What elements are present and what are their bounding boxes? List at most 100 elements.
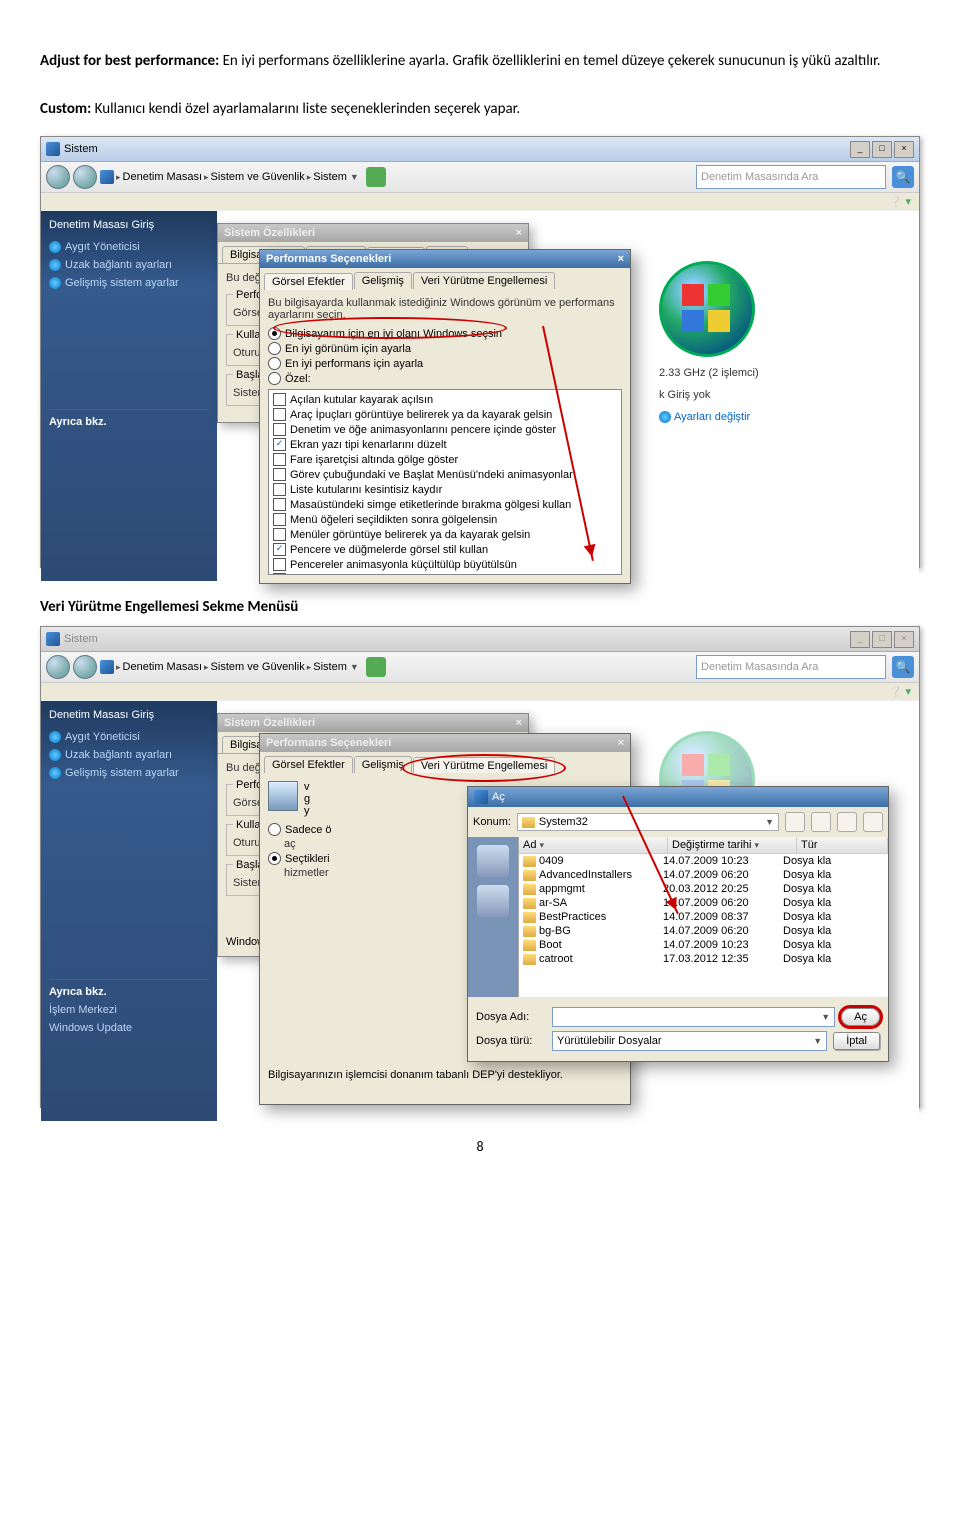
folder-icon bbox=[523, 954, 536, 965]
check-row[interactable]: Pencereler animasyonla küçültülüp büyütü… bbox=[271, 557, 619, 572]
check-row[interactable]: Menüler görüntüye belirerek ya da kayara… bbox=[271, 527, 619, 542]
views-icon[interactable] bbox=[863, 812, 883, 832]
folder-icon bbox=[523, 884, 536, 895]
radio-let-windows[interactable]: Bilgisayarım için en iyi olanı Windows s… bbox=[268, 327, 622, 340]
window-titlebar[interactable]: Sistem _ □ × bbox=[41, 627, 919, 652]
perf-titlebar[interactable]: Performans Seçenekleri × bbox=[260, 250, 630, 268]
dialog-titlebar[interactable]: Sistem Özellikleri × bbox=[218, 224, 528, 242]
tab-perf-advanced[interactable]: Gelişmiş bbox=[354, 272, 412, 289]
sidebar-heading[interactable]: Denetim Masası Giriş bbox=[49, 709, 209, 721]
search-go-button[interactable]: 🔍 bbox=[892, 656, 914, 678]
check-row[interactable]: Açılan kutular kayarak açılsın bbox=[271, 392, 619, 407]
visual-effects-list[interactable]: Açılan kutular kayarak açılsınAraç İpuçl… bbox=[268, 389, 622, 575]
radio-best-performance[interactable]: En iyi performans için ayarla bbox=[268, 357, 622, 370]
sidebar-link-advanced[interactable]: Gelişmiş sistem ayarlar bbox=[49, 277, 209, 289]
sidebar-link-action-center[interactable]: İşlem Merkezi bbox=[49, 1004, 209, 1016]
sidebar-heading[interactable]: Denetim Masası Giriş bbox=[49, 219, 209, 231]
checkbox-icon bbox=[273, 573, 286, 575]
radio-best-appearance[interactable]: En iyi görünüm için ayarla bbox=[268, 342, 622, 355]
file-row[interactable]: bg-BG14.07.2009 06:20Dosya kla bbox=[519, 924, 888, 938]
nav-forward-button[interactable] bbox=[73, 655, 97, 679]
perf-titlebar[interactable]: Performans Seçenekleri × bbox=[260, 734, 630, 752]
minimize-button[interactable]: _ bbox=[850, 141, 870, 158]
breadcrumb[interactable]: ▸ Denetim Masası ▸ Sistem ve Güvenlik ▸ … bbox=[100, 660, 347, 674]
tab-dep[interactable]: Veri Yürütme Engellemesi bbox=[413, 757, 555, 774]
sidebar-link-remote[interactable]: Uzak bağlantı ayarları bbox=[49, 749, 209, 761]
close-icon[interactable]: × bbox=[618, 253, 624, 265]
cancel-button[interactable]: İptal bbox=[833, 1032, 880, 1050]
check-row[interactable]: Görev çubuğundaki ve Başlat Menüsü'ndeki… bbox=[271, 467, 619, 482]
check-row[interactable]: Fare işaretçisi altında gölge göster bbox=[271, 452, 619, 467]
file-row[interactable]: appmgmt20.03.2012 20:25Dosya kla bbox=[519, 882, 888, 896]
desktop-icon[interactable] bbox=[477, 885, 509, 917]
close-button[interactable]: × bbox=[894, 631, 914, 648]
close-icon[interactable]: × bbox=[516, 717, 522, 729]
refresh-button[interactable] bbox=[366, 657, 386, 677]
close-icon[interactable]: × bbox=[618, 737, 624, 749]
file-row[interactable]: 040914.07.2009 10:23Dosya kla bbox=[519, 854, 888, 868]
filename-input[interactable]: ▼ bbox=[552, 1007, 835, 1027]
nav-forward-button[interactable] bbox=[73, 165, 97, 189]
change-settings-link[interactable]: Ayarları değiştir bbox=[659, 411, 899, 423]
file-row[interactable]: Boot14.07.2009 10:23Dosya kla bbox=[519, 938, 888, 952]
system-info-panel: 2.33 GHz (2 işlemci) k Giriş yok Ayarlar… bbox=[659, 251, 899, 433]
sidebar-link-devices[interactable]: Aygıt Yöneticisi bbox=[49, 731, 209, 743]
page-number: 8 bbox=[40, 1138, 920, 1155]
search-go-button[interactable]: 🔍 bbox=[892, 166, 914, 188]
nav-back-button[interactable] bbox=[46, 165, 70, 189]
file-row[interactable]: catroot17.03.2012 12:35Dosya kla bbox=[519, 952, 888, 966]
dropdown-chevron-icon[interactable]: ▼ bbox=[350, 172, 359, 182]
tab-perf-advanced[interactable]: Gelişmiş bbox=[354, 756, 412, 773]
filetype-dropdown[interactable]: Yürütülebilir Dosyalar ▼ bbox=[552, 1031, 827, 1051]
sidebar: Denetim Masası Giriş Aygıt Yöneticisi Uz… bbox=[41, 701, 217, 1121]
maximize-button[interactable]: □ bbox=[872, 631, 892, 648]
check-label: Denetim ve öğe animasyonlarını pencere i… bbox=[290, 424, 556, 436]
radio-custom[interactable]: Özel: bbox=[268, 372, 622, 385]
maximize-button[interactable]: □ bbox=[872, 141, 892, 158]
check-row[interactable]: ✓Pencere ve düğmelerde görsel stil kulla… bbox=[271, 542, 619, 557]
open-file-dialog: Aç Konum: System32 ▼ bbox=[467, 786, 889, 1062]
breadcrumb[interactable]: ▸ Denetim Masası ▸ Sistem ve Güvenlik ▸ … bbox=[100, 170, 347, 184]
back-icon[interactable] bbox=[785, 812, 805, 832]
check-row[interactable]: Araç İpuçları görüntüye belirerek ya da … bbox=[271, 407, 619, 422]
screenshot-2: Sistem _ □ × ▸ Denetim Masası ▸ Sistem v… bbox=[40, 626, 920, 1108]
tab-visual-effects[interactable]: Görsel Efektler bbox=[264, 273, 353, 290]
new-folder-icon[interactable] bbox=[837, 812, 857, 832]
check-row[interactable]: Pencerelerin altında gölge göster bbox=[271, 572, 619, 575]
close-icon[interactable]: × bbox=[516, 227, 522, 239]
open-button[interactable]: Aç bbox=[841, 1008, 880, 1026]
refresh-button[interactable] bbox=[366, 167, 386, 187]
sidebar-link-remote[interactable]: Uzak bağlantı ayarları bbox=[49, 259, 209, 271]
column-date[interactable]: Değiştirme tarihi ▾ bbox=[668, 837, 797, 853]
sidebar-link-devices[interactable]: Aygıt Yöneticisi bbox=[49, 241, 209, 253]
recent-places-icon[interactable] bbox=[477, 845, 509, 877]
search-input[interactable]: Denetim Masasında Ara bbox=[696, 165, 886, 189]
minimize-button[interactable]: _ bbox=[850, 631, 870, 648]
tab-visual-effects[interactable]: Görsel Efektler bbox=[264, 756, 353, 773]
file-row[interactable]: BestPractices14.07.2009 08:37Dosya kla bbox=[519, 910, 888, 924]
nav-back-button[interactable] bbox=[46, 655, 70, 679]
window-titlebar[interactable]: Sistem _ □ × bbox=[41, 137, 919, 162]
file-row[interactable]: ar-SA14.07.2009 06:20Dosya kla bbox=[519, 896, 888, 910]
search-input[interactable]: Denetim Masasında Ara bbox=[696, 655, 886, 679]
tab-dep[interactable]: Veri Yürütme Engellemesi bbox=[413, 272, 555, 289]
open-dialog-titlebar[interactable]: Aç bbox=[468, 787, 888, 807]
up-icon[interactable] bbox=[811, 812, 831, 832]
breadcrumb-icon bbox=[100, 170, 114, 184]
file-list[interactable]: Ad ▾ Değiştirme tarihi ▾ Tür 040914.07.2… bbox=[519, 837, 888, 997]
perf-tab-row: Görsel Efektler Gelişmiş Veri Yürütme En… bbox=[260, 752, 630, 773]
folder-icon bbox=[523, 940, 536, 951]
close-button[interactable]: × bbox=[894, 141, 914, 158]
check-row[interactable]: Masaüstündeki simge etiketlerinde bırakm… bbox=[271, 497, 619, 512]
check-row[interactable]: Liste kutularını kesintisiz kaydır bbox=[271, 482, 619, 497]
dialog-titlebar[interactable]: Sistem Özellikleri × bbox=[218, 714, 528, 732]
dropdown-chevron-icon[interactable]: ▼ bbox=[350, 662, 359, 672]
sidebar-link-windows-update[interactable]: Windows Update bbox=[49, 1022, 209, 1034]
shield-icon bbox=[659, 411, 671, 423]
column-type[interactable]: Tür bbox=[797, 837, 888, 853]
location-dropdown[interactable]: System32 ▼ bbox=[517, 813, 779, 831]
check-row[interactable]: Menü öğeleri seçildikten sonra gölgelens… bbox=[271, 512, 619, 527]
system-icon bbox=[46, 142, 60, 156]
file-row[interactable]: AdvancedInstallers14.07.2009 06:20Dosya … bbox=[519, 868, 888, 882]
sidebar-link-advanced[interactable]: Gelişmiş sistem ayarlar bbox=[49, 767, 209, 779]
